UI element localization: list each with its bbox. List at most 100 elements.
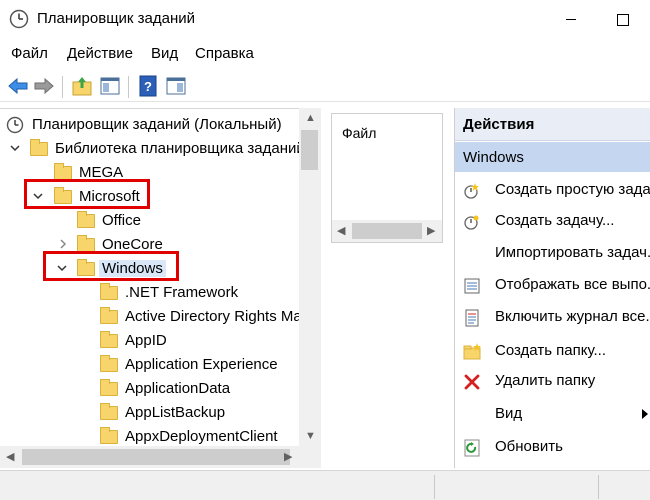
title-bar: Планировщик заданий — [0, 0, 650, 38]
action-display-running[interactable]: Отображать все выпо... — [455, 271, 650, 299]
tree-item[interactable]: Active Directory Rights Ma — [0, 305, 302, 329]
action-create-basic-task[interactable]: Создать простую зада... — [455, 176, 650, 204]
tree-item-label: Active Directory Rights Ma — [125, 308, 302, 325]
column-header-file[interactable]: Файл — [342, 125, 376, 141]
action-label: Обновить — [495, 438, 563, 455]
folder-icon — [100, 283, 118, 300]
menu-file[interactable]: Файл — [11, 45, 48, 62]
status-bar — [0, 470, 650, 500]
menu-action[interactable]: Действие — [67, 45, 133, 62]
enable-history-icon — [465, 309, 479, 327]
action-label: Включить журнал все... — [495, 308, 650, 325]
tree-root-label: Планировщик заданий (Локальный) — [32, 116, 282, 133]
action-refresh[interactable]: Обновить — [455, 433, 650, 461]
chevron-right-icon[interactable] — [56, 237, 70, 251]
action-create-task[interactable]: Создать задачу... — [455, 207, 650, 235]
actions-section-label: Windows — [463, 149, 524, 166]
tree-item[interactable]: Application Experience — [0, 353, 300, 377]
scrollbar-thumb[interactable] — [301, 130, 318, 170]
tree-item-label: Библиотека планировщика заданий — [55, 140, 305, 157]
action-label: Импортировать задач... — [495, 244, 650, 261]
tree-item-label: Office — [102, 212, 141, 229]
action-label: Создать папку... — [495, 342, 606, 359]
action-pane-icon[interactable] — [164, 74, 188, 98]
scrollbar-thumb[interactable] — [352, 223, 422, 239]
tree-item-office[interactable]: Office — [0, 209, 300, 233]
minimize-button[interactable] — [548, 5, 594, 33]
task-scheduler-clock-icon — [9, 9, 29, 29]
submenu-arrow-icon — [642, 409, 648, 419]
action-label: Вид — [495, 405, 523, 422]
tree-item[interactable]: AppID — [0, 329, 300, 353]
scrollbar-thumb[interactable] — [22, 449, 290, 465]
scheduler-library-icon — [30, 139, 48, 156]
maximize-button[interactable] — [600, 5, 646, 33]
actions-pane: Действия Windows Создать простую зада...… — [454, 108, 650, 468]
toolbar-separator — [128, 76, 129, 98]
menu-bar: Файл Действие Вид Справка — [0, 40, 650, 66]
action-enable-history[interactable]: Включить журнал все... — [455, 303, 650, 331]
folder-icon — [100, 379, 118, 396]
scroll-right-arrow-icon[interactable]: ▶ — [427, 224, 435, 237]
actions-title: Действия — [463, 116, 535, 133]
tree-item-label: AppxDeploymentClient — [125, 428, 278, 445]
folder-icon — [100, 355, 118, 372]
scroll-down-arrow-icon[interactable]: ▼ — [305, 430, 316, 442]
show-hide-tree-icon[interactable] — [98, 74, 122, 98]
menu-view[interactable]: Вид — [151, 45, 178, 62]
tree-vertical-scrollbar[interactable]: ▲ ▼ — [299, 108, 321, 446]
up-folder-icon[interactable] — [70, 74, 94, 98]
menu-help[interactable]: Справка — [195, 45, 254, 62]
folder-icon — [100, 403, 118, 420]
tree-root[interactable]: Планировщик заданий (Локальный) — [0, 113, 300, 137]
folder-icon — [54, 163, 72, 180]
toolbar: ? — [0, 70, 650, 102]
task-scheduler-clock-icon — [6, 116, 24, 134]
tree-horizontal-scrollbar[interactable]: ◀ ▶ — [0, 446, 321, 468]
action-new-folder[interactable]: Создать папку... — [455, 337, 650, 365]
tree-item-label: ApplicationData — [125, 380, 231, 397]
folder-icon — [77, 211, 95, 228]
forward-arrow-icon[interactable] — [32, 74, 56, 98]
display-running-tasks-icon — [464, 278, 480, 294]
create-basic-task-icon — [464, 183, 479, 199]
task-list-horizontal-scrollbar[interactable]: ◀ ▶ — [332, 220, 442, 242]
create-task-icon — [464, 215, 479, 230]
chevron-down-icon[interactable] — [8, 141, 22, 155]
scroll-up-arrow-icon[interactable]: ▲ — [305, 112, 316, 124]
scroll-left-arrow-icon[interactable]: ◀ — [6, 450, 14, 463]
tree-item-label: Application Experience — [125, 356, 278, 373]
status-divider — [434, 475, 435, 499]
highlight-windows — [43, 251, 179, 281]
refresh-icon — [464, 439, 480, 457]
tree-item[interactable]: .NET Framework — [0, 281, 300, 305]
scroll-left-arrow-icon[interactable]: ◀ — [337, 224, 345, 237]
tree-item[interactable]: AppListBackup — [0, 401, 300, 425]
folder-icon — [100, 331, 118, 348]
action-label: Удалить папку — [495, 372, 596, 389]
back-arrow-icon[interactable] — [6, 74, 30, 98]
new-folder-icon — [463, 343, 481, 360]
status-divider — [598, 475, 599, 499]
action-label: Создать задачу... — [495, 212, 615, 229]
folder-icon — [77, 235, 95, 252]
tree-item-label: .NET Framework — [125, 284, 239, 301]
action-import-task[interactable]: Импортировать задач... — [455, 239, 650, 267]
scroll-right-arrow-icon[interactable]: ▶ — [284, 450, 292, 463]
folder-icon — [100, 307, 118, 324]
highlight-microsoft — [24, 179, 150, 209]
delete-icon — [464, 374, 480, 390]
window-title: Планировщик заданий — [37, 10, 195, 27]
actions-header: Действия — [455, 108, 650, 141]
toolbar-separator — [62, 76, 63, 98]
action-delete-folder[interactable]: Удалить папку — [455, 367, 650, 395]
task-list-pane: Файл ◀ ▶ — [331, 113, 443, 243]
tree-item-label: AppID — [125, 332, 167, 349]
tree-item-library[interactable]: Библиотека планировщика заданий — [0, 137, 305, 161]
help-icon[interactable]: ? — [136, 74, 160, 98]
actions-section-windows[interactable]: Windows — [455, 142, 650, 172]
action-label: Создать простую зада... — [495, 181, 650, 198]
console-tree-pane: Планировщик заданий (Локальный) Библиоте… — [0, 108, 321, 470]
action-view[interactable]: Вид — [455, 400, 650, 428]
tree-item[interactable]: ApplicationData — [0, 377, 300, 401]
